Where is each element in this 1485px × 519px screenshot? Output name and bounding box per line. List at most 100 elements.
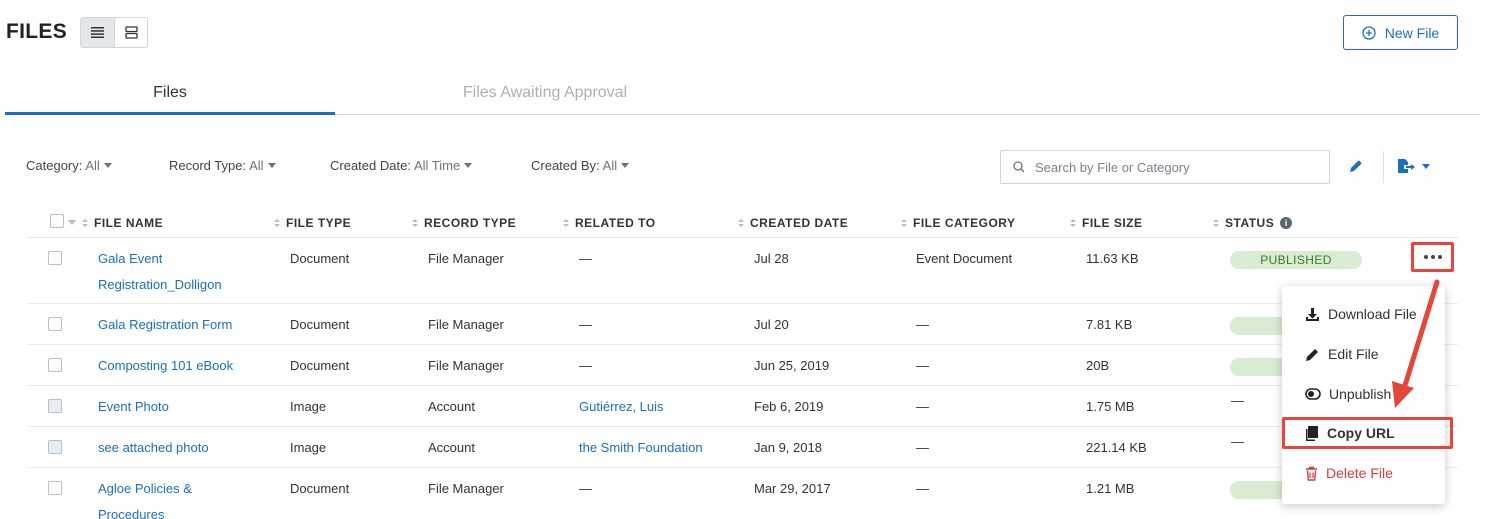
caret-down-icon (267, 163, 276, 168)
column-related-to[interactable]: RELATED TO (563, 216, 656, 230)
bulk-edit-button[interactable] (1348, 158, 1364, 179)
toggle-icon (1305, 388, 1321, 400)
page-title: FILES (6, 20, 68, 43)
tab-bar: Files Files Awaiting Approval (5, 80, 1480, 115)
column-file-type[interactable]: FILE TYPE (274, 216, 351, 230)
file-name-link[interactable]: see attached photo (98, 435, 209, 461)
record-type-filter-label: Record Type: (169, 158, 247, 173)
toolbar-divider (1383, 151, 1384, 183)
status-cell: — (1231, 434, 1244, 449)
more-dot-icon (1430, 255, 1435, 259)
file-type-cell: Document (290, 481, 350, 496)
row-actions-menu: Download File Edit File Unpublish Copy U… (1282, 286, 1445, 504)
select-all-checkbox[interactable] (50, 214, 64, 228)
row-checkbox[interactable] (48, 481, 62, 495)
column-file-size[interactable]: FILE SIZE (1070, 216, 1143, 230)
column-record-type-label: RECORD TYPE (424, 216, 517, 230)
search-input[interactable] (1035, 159, 1315, 175)
column-created-date[interactable]: CREATED DATE (738, 216, 848, 230)
table-row: Composting 101 eBook Document File Manag… (28, 345, 1458, 386)
related-to-link[interactable]: Gutiérrez, Luis (579, 394, 664, 420)
menu-item-download-file[interactable]: Download File (1305, 306, 1417, 322)
sort-icon (1070, 219, 1076, 227)
column-status[interactable]: STATUS i (1213, 216, 1293, 230)
select-dropdown-icon[interactable] (68, 220, 76, 225)
file-category-cell: — (916, 317, 929, 332)
file-size-cell: 7.81 KB (1086, 317, 1133, 332)
column-file-size-label: FILE SIZE (1082, 216, 1143, 230)
file-category-cell: — (916, 481, 929, 496)
created-date-filter[interactable]: Created Date: All Time (330, 158, 473, 173)
menu-item-delete-file[interactable]: Delete File (1305, 465, 1393, 481)
file-size-cell: 1.21 MB (1086, 481, 1135, 496)
row-checkbox[interactable] (48, 399, 62, 413)
sort-icon (82, 219, 88, 227)
list-view-icon (91, 27, 104, 38)
related-to-cell: — (579, 317, 592, 332)
column-record-type[interactable]: RECORD TYPE (412, 216, 516, 230)
table-header: FILE NAME FILE TYPE RECORD TYPE RELATED … (28, 206, 1458, 238)
created-date-cell: Jul 28 (754, 251, 789, 266)
record-type-filter[interactable]: Record Type: All (169, 158, 276, 173)
file-type-cell: Image (290, 440, 327, 455)
file-category-cell: — (916, 399, 929, 414)
related-to-link[interactable]: the Smith Foundation (579, 435, 703, 461)
sort-icon (563, 219, 569, 227)
more-dot-icon (1423, 255, 1428, 259)
record-type-cell: File Manager (428, 317, 504, 332)
list-view-button[interactable] (81, 18, 114, 47)
created-date-cell: Feb 6, 2019 (754, 399, 824, 414)
menu-item-label: Delete File (1326, 465, 1393, 481)
column-file-name[interactable]: FILE NAME (82, 216, 163, 230)
file-name-link[interactable]: Gala Event Registration_Dolligon (98, 246, 248, 298)
file-name-link[interactable]: Agloe Policies & Procedures (98, 476, 248, 519)
record-type-cell: File Manager (428, 251, 504, 266)
menu-item-unpublish[interactable]: Unpublish (1305, 386, 1391, 402)
file-type-cell: Document (290, 251, 350, 266)
status-cell: — (1231, 393, 1244, 408)
sort-icon (412, 219, 418, 227)
related-to-cell: — (579, 251, 592, 266)
created-by-filter-value: All (602, 158, 618, 173)
column-file-type-label: FILE TYPE (286, 216, 352, 230)
pencil-icon (1350, 159, 1363, 172)
new-file-button[interactable]: New File (1343, 15, 1458, 50)
info-icon[interactable]: i (1280, 217, 1293, 229)
row-checkbox[interactable] (48, 358, 62, 372)
column-file-category-label: FILE CATEGORY (913, 216, 1016, 230)
plus-circle-icon (1362, 25, 1376, 40)
row-actions-button[interactable] (1411, 242, 1454, 272)
row-checkbox[interactable] (48, 251, 62, 265)
file-type-cell: Document (290, 358, 350, 373)
tab-files-awaiting-approval[interactable]: Files Awaiting Approval (335, 80, 755, 115)
record-type-cell: Account (428, 440, 475, 455)
row-checkbox[interactable] (48, 440, 62, 454)
category-filter[interactable]: Category: All (26, 158, 112, 173)
file-size-cell: 20B (1086, 358, 1110, 373)
download-icon (1306, 307, 1319, 321)
category-filter-label: Category: (26, 158, 83, 173)
more-dot-icon (1437, 255, 1442, 259)
tab-files[interactable]: Files (5, 80, 335, 115)
table-row: Agloe Policies & Procedures Document Fil… (28, 468, 1458, 519)
card-view-button[interactable] (114, 18, 147, 47)
created-date-cell: Jan 9, 2018 (754, 440, 822, 455)
menu-item-edit-file[interactable]: Edit File (1305, 346, 1379, 362)
file-size-cell: 11.63 KB (1086, 251, 1139, 266)
created-date-cell: Mar 29, 2017 (754, 481, 831, 496)
created-date-cell: Jun 25, 2019 (754, 358, 830, 373)
file-name-link[interactable]: Composting 101 eBook (98, 353, 233, 379)
created-by-filter[interactable]: Created By: All (531, 158, 630, 173)
created-date-filter-label: Created Date: (330, 158, 411, 173)
file-name-link[interactable]: Event Photo (98, 394, 169, 420)
table-row: Gala Event Registration_Dolligon Documen… (28, 238, 1458, 304)
export-button[interactable] (1397, 158, 1430, 174)
status-badge: PUBLISHED (1230, 251, 1362, 269)
category-filter-value: All (85, 158, 100, 173)
column-file-category[interactable]: FILE CATEGORY (901, 216, 1016, 230)
file-name-link[interactable]: Gala Registration Form (98, 312, 232, 338)
caret-down-icon (464, 163, 473, 168)
file-category-cell: — (916, 358, 929, 373)
column-status-label: STATUS (1225, 216, 1275, 230)
row-checkbox[interactable] (48, 317, 62, 331)
